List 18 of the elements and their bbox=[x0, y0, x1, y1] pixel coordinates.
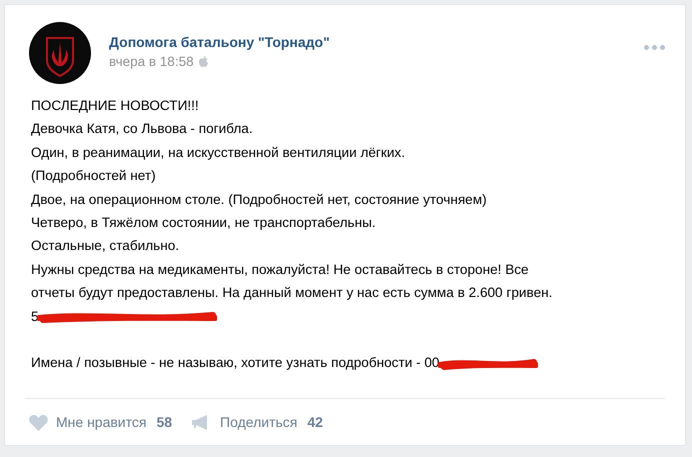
author-link[interactable]: Допомога батальону "Торнадо" bbox=[109, 34, 330, 50]
more-options-icon[interactable] bbox=[644, 45, 665, 50]
post-time: вчера в 18:58 bbox=[109, 54, 330, 68]
post-text-line: Имена / позывные - не называю, хотите узнать подробности - 00 bbox=[31, 354, 440, 372]
post-text-line: Девочка Катя, со Львова - погибла. bbox=[31, 120, 253, 138]
post-text-line: Нужны средства на медикаменты, пожалуйста! Не оставайтесь в стороне! Все bbox=[31, 260, 529, 279]
like-button[interactable]: Мне нравится 58 bbox=[29, 414, 172, 431]
post-text-line: (Подробностей нет) bbox=[31, 167, 156, 186]
post-text-line: отчеты будут предоставлены. На данный момент у нас есть сумма в 2.600 гривен. bbox=[31, 284, 552, 302]
post-text-line: ПОСЛЕДНИЕ НОВОСТИ!!! bbox=[31, 97, 199, 115]
post-text-line: Двое, на операционном столе. (Подробностей нет, состояние уточняем) bbox=[31, 190, 487, 209]
post-text-line: Четверо, в Тяжёлом состоянии, не транспортабельны. bbox=[31, 214, 376, 232]
share-button[interactable]: Поделиться 42 bbox=[192, 414, 323, 431]
heart-icon bbox=[29, 414, 48, 431]
post-text-line: Остальные, стабильно. bbox=[31, 237, 180, 256]
avatar-emblem-icon bbox=[29, 22, 91, 84]
apple-icon bbox=[198, 56, 208, 66]
post-text-line: Один, в реанимации, на искусственной вентиляции лёгких. bbox=[31, 144, 406, 162]
